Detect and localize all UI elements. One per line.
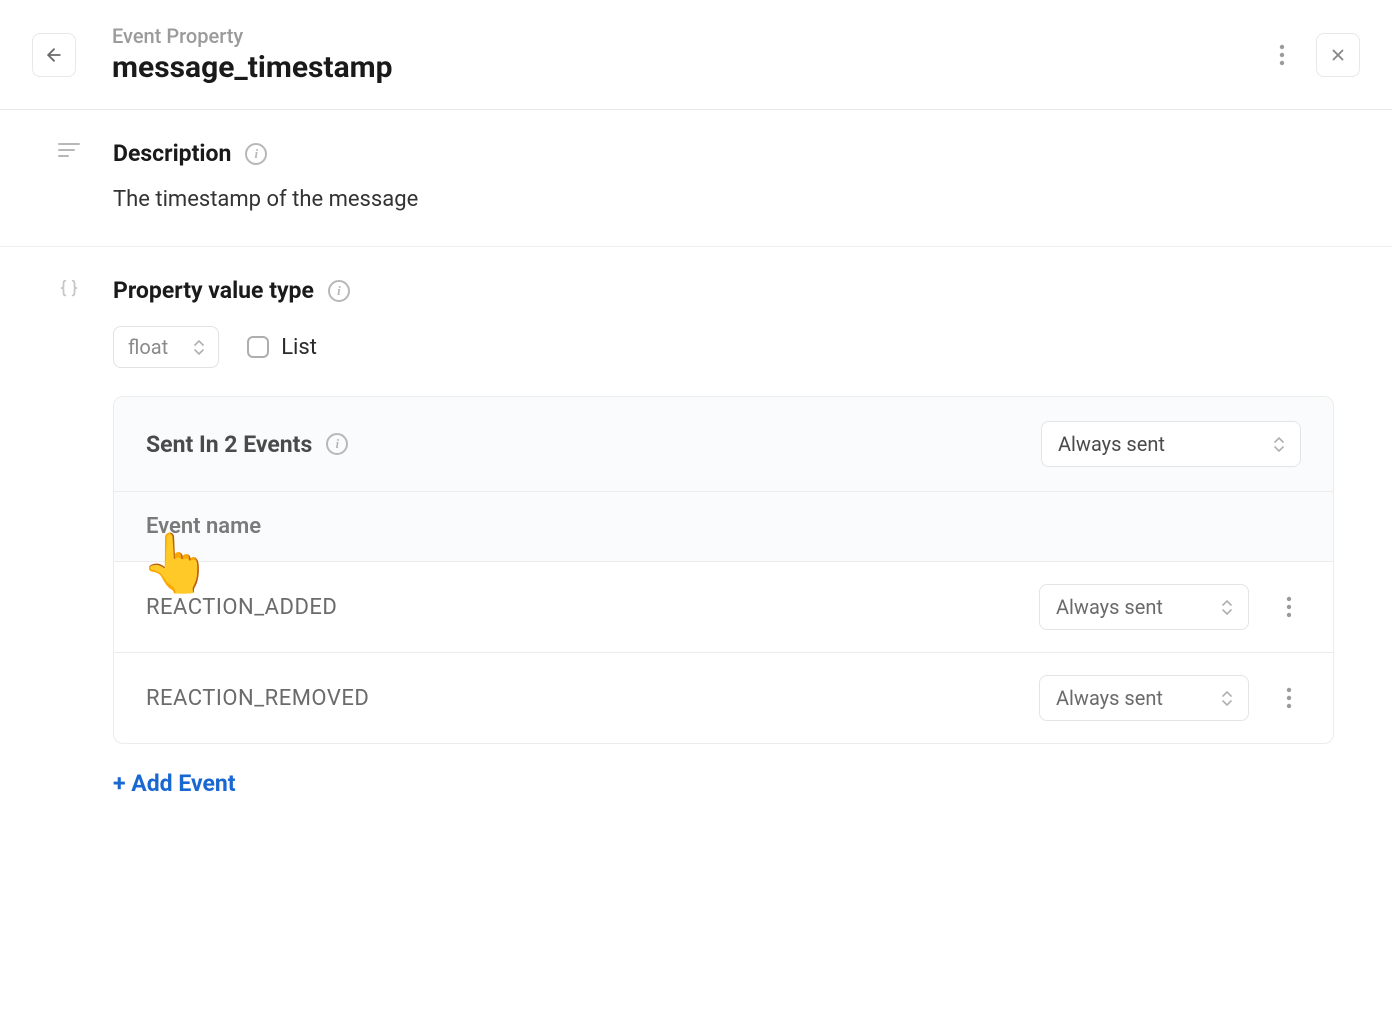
back-button[interactable] (32, 33, 76, 77)
kebab-icon (1279, 44, 1285, 66)
header-menu-button[interactable] (1270, 37, 1294, 73)
description-text[interactable]: The timestamp of the message (113, 187, 1362, 212)
table-row: REACTION_REMOVED Always sent (114, 653, 1333, 743)
chevron-updown-icon (1222, 600, 1232, 615)
kebab-icon (1286, 687, 1292, 709)
close-button[interactable] (1316, 33, 1360, 77)
value-type-heading: Property value type (113, 277, 314, 304)
value-type-section: Property value type i float List (0, 246, 1392, 831)
events-filter-select[interactable]: Always sent (1041, 421, 1301, 467)
list-checkbox[interactable]: List (247, 335, 317, 360)
events-box: Sent In 2 Events i Always sent Event nam… (113, 396, 1334, 744)
description-section: Description i The timestamp of the messa… (0, 110, 1392, 246)
type-select[interactable]: float (113, 326, 219, 368)
event-send-select[interactable]: Always sent (1039, 675, 1249, 721)
event-name[interactable]: REACTION_REMOVED (146, 686, 1011, 711)
events-filter-value: Always sent (1058, 432, 1165, 456)
list-label-text: List (281, 335, 317, 360)
chevron-updown-icon (1222, 691, 1232, 706)
kebab-icon (1286, 596, 1292, 618)
header-actions (1270, 33, 1360, 77)
type-select-value: float (128, 335, 168, 359)
event-send-value: Always sent (1056, 686, 1163, 710)
add-event-button[interactable]: + Add Event (113, 770, 236, 797)
table-row: REACTION_ADDED Always sent (114, 562, 1333, 653)
arrow-left-icon (44, 45, 64, 65)
events-column-header: Event name (114, 492, 1333, 562)
text-icon (55, 143, 83, 157)
event-send-select[interactable]: Always sent (1039, 584, 1249, 630)
checkbox-icon (247, 336, 269, 358)
description-heading: Description (113, 140, 231, 167)
info-icon[interactable]: i (326, 433, 348, 455)
header-subtitle: Event Property (112, 24, 1270, 48)
braces-icon (55, 278, 83, 300)
row-menu-button[interactable] (1277, 680, 1301, 716)
event-name[interactable]: REACTION_ADDED (146, 595, 1011, 620)
info-icon[interactable]: i (245, 143, 267, 165)
header-title: message_timestamp (112, 50, 1270, 85)
page-header: Event Property message_timestamp (0, 0, 1392, 110)
events-header: Sent In 2 Events i Always sent (114, 397, 1333, 492)
header-titles: Event Property message_timestamp (112, 24, 1270, 85)
events-title: Sent In 2 Events (146, 431, 312, 458)
row-menu-button[interactable] (1277, 589, 1301, 625)
chevron-updown-icon (194, 340, 204, 355)
info-icon[interactable]: i (328, 280, 350, 302)
event-send-value: Always sent (1056, 595, 1163, 619)
close-icon (1329, 46, 1347, 64)
chevron-updown-icon (1274, 437, 1284, 452)
